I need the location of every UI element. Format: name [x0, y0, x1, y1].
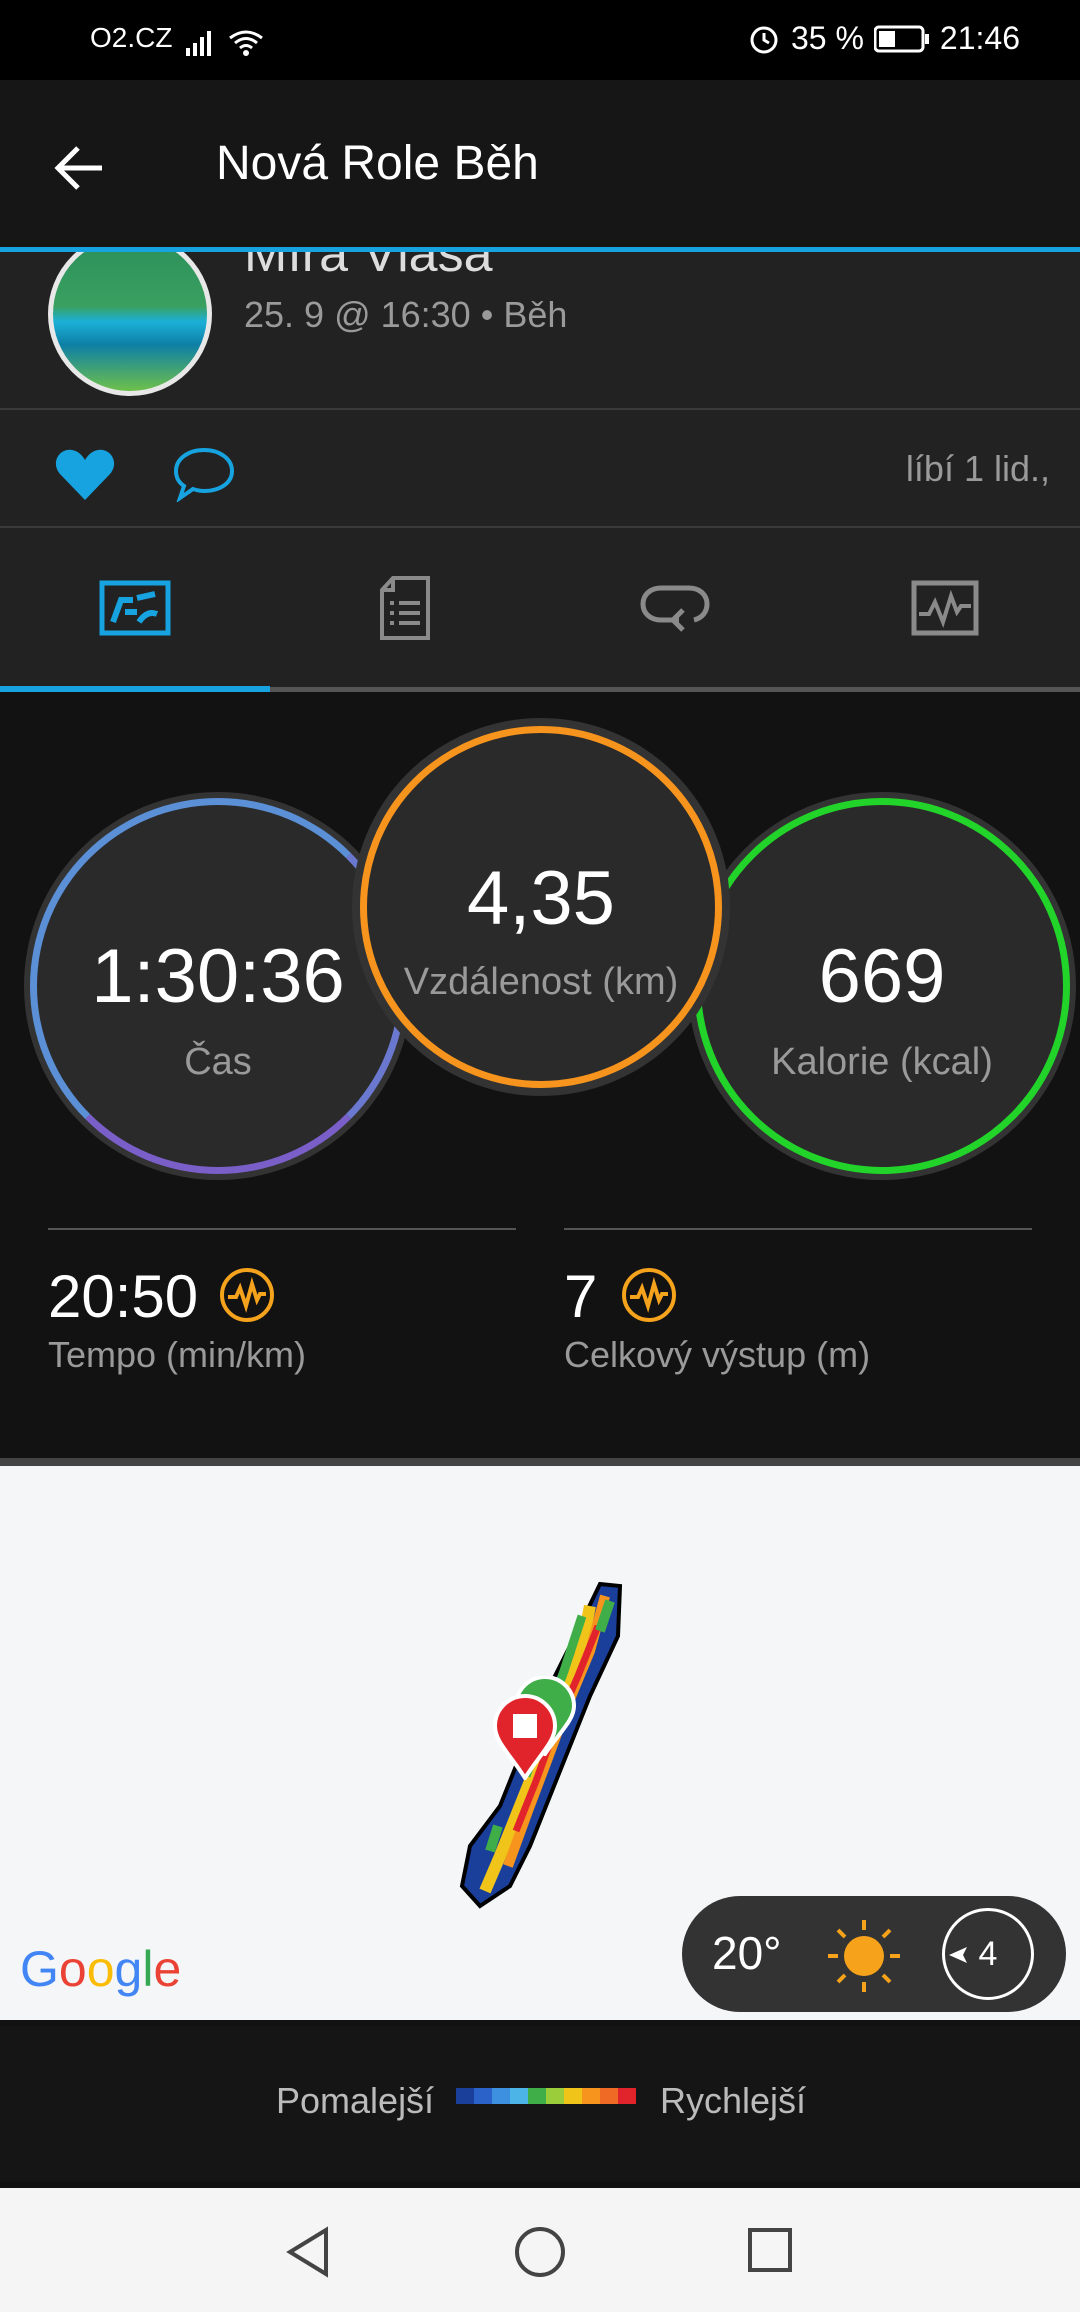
avatar[interactable] — [48, 252, 212, 396]
activity-meta: 25. 9 @ 16:30 • Běh — [244, 294, 568, 335]
page-title: Nová Role Běh — [216, 137, 539, 190]
calories-label: Kalorie (kcal) — [771, 1041, 993, 1083]
nav-recents-icon[interactable] — [746, 2226, 796, 2276]
google-logo: Google — [20, 1942, 181, 1997]
athlete-name[interactable]: Míra Vlasa — [244, 252, 493, 284]
battery-icon — [873, 25, 929, 52]
nav-back-icon[interactable] — [284, 2226, 330, 2278]
pace-metric[interactable]: 20:50 Tempo (min/km) — [48, 1262, 516, 1392]
stats-panel: 1:30:36 Čas 669 Kalorie (kcal) 4,35 Vzdá… — [0, 692, 1080, 1458]
status-bar: O2.CZ 35 % 21:46 — [0, 0, 1080, 80]
tab-summary[interactable] — [0, 528, 270, 688]
wind-indicator: 4 — [942, 1908, 1034, 2000]
ascent-label: Celkový výstup (m) — [564, 1334, 871, 1375]
clock: 21:46 — [939, 20, 1020, 56]
alarm-icon — [750, 26, 778, 53]
tab-charts[interactable] — [810, 528, 1080, 688]
pulse-icon — [622, 1268, 676, 1322]
legend-slow-label: Pomalejší — [276, 2080, 435, 2121]
tab-details[interactable] — [270, 528, 540, 688]
distance-ring[interactable]: 4,35 Vzdálenost (km) — [360, 726, 722, 1088]
time-value: 1:30:36 — [91, 934, 345, 1019]
system-nav-bar — [0, 2188, 1080, 2312]
signal-wifi-icon — [186, 30, 263, 56]
back-arrow-icon[interactable] — [52, 140, 108, 196]
finish-marker-icon — [492, 1694, 558, 1780]
time-label: Čas — [184, 1041, 252, 1083]
status-right: 35 % 21:46 — [747, 20, 1020, 57]
battery-percent: 35 % — [790, 20, 864, 56]
pace-value: 20:50 — [48, 1263, 199, 1330]
legend-fast-label: Rychlejší — [660, 2080, 807, 2121]
chart-icon — [911, 580, 979, 636]
pace-label: Tempo (min/km) — [48, 1334, 307, 1375]
pace-gradient-bar — [456, 2088, 636, 2104]
carrier-label: O2.CZ — [90, 22, 173, 53]
divider — [48, 1228, 516, 1230]
app-bar: Nová Role Běh — [0, 80, 1080, 252]
likes-count[interactable]: líbí 1 lid., — [906, 448, 1050, 490]
activity-header: Míra Vlasa 25. 9 @ 16:30 • Běh — [0, 252, 1080, 408]
nav-home-icon[interactable] — [512, 2224, 568, 2280]
divider — [564, 1228, 1032, 1230]
comment-icon[interactable] — [172, 446, 236, 502]
activity-tabs — [0, 528, 1080, 692]
section-divider — [0, 1458, 1080, 1466]
pulse-icon — [220, 1268, 274, 1322]
details-icon — [380, 576, 430, 640]
svg-text:Google: Google — [20, 1942, 181, 1997]
distance-label: Vzdálenost (km) — [403, 961, 679, 1003]
pace-legend: Pomalejší Rychlejší — [0, 2026, 1080, 2182]
calories-ring[interactable]: 669 Kalorie (kcal) — [694, 798, 1070, 1174]
laps-icon — [640, 585, 710, 632]
distance-value: 4,35 — [467, 856, 615, 941]
weather-widget[interactable]: 20° 4 — [682, 1896, 1066, 2012]
summary-icon — [99, 580, 171, 636]
temperature: 20° — [712, 1927, 782, 1979]
sun-icon — [828, 1920, 900, 1992]
heart-icon[interactable] — [54, 448, 116, 502]
calories-value: 669 — [818, 934, 946, 1019]
ascent-value: 7 — [564, 1263, 598, 1330]
ascent-metric[interactable]: 7 Celkový výstup (m) — [564, 1262, 1032, 1392]
tab-laps[interactable] — [540, 528, 810, 688]
wind-speed: 4 — [978, 1935, 998, 1973]
social-row: líbí 1 lid., — [0, 408, 1080, 528]
time-ring[interactable]: 1:30:36 Čas — [30, 798, 406, 1174]
